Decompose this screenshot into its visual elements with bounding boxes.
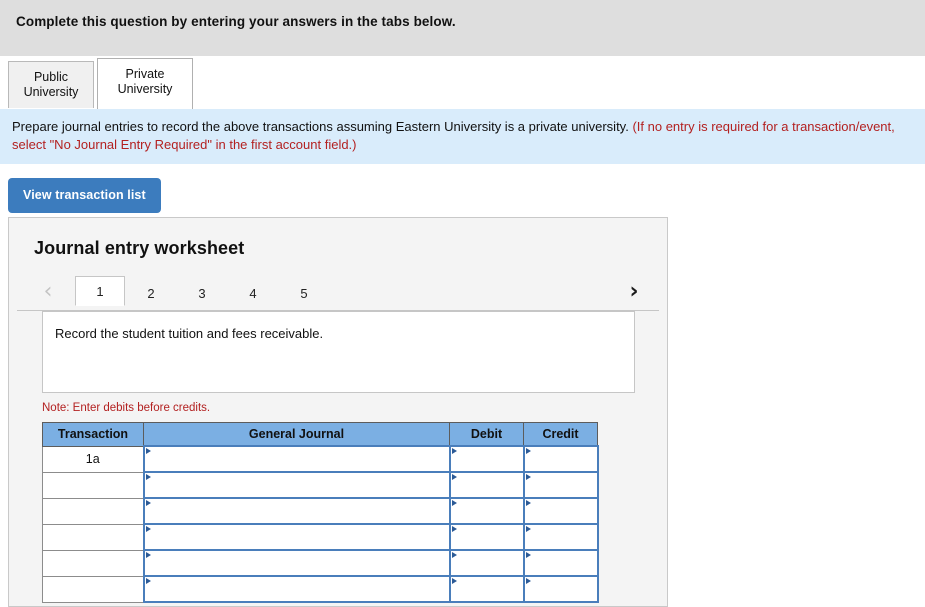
- input-credit[interactable]: [522, 445, 599, 473]
- dropdown-marker-icon: [525, 448, 531, 454]
- cell-transaction: [42, 497, 144, 525]
- view-transaction-list-button[interactable]: View transaction list: [8, 178, 161, 213]
- input-debit[interactable]: [448, 523, 525, 551]
- input-general-journal[interactable]: [142, 523, 451, 551]
- entry-tab-3[interactable]: 3: [180, 282, 224, 306]
- instruction-black-text: Prepare journal entries to record the ab…: [12, 119, 633, 134]
- input-general-journal[interactable]: [142, 497, 451, 525]
- input-debit[interactable]: [448, 549, 525, 577]
- dropdown-marker-icon: [451, 578, 457, 584]
- entry-tab-4[interactable]: 4: [231, 282, 275, 306]
- entry-tab-1[interactable]: 1: [75, 276, 125, 306]
- input-general-journal[interactable]: [142, 549, 451, 577]
- input-credit[interactable]: [522, 471, 599, 499]
- dropdown-marker-icon: [451, 526, 457, 532]
- input-credit[interactable]: [522, 523, 599, 551]
- dropdown-marker-icon: [451, 474, 457, 480]
- dropdown-marker-icon: [145, 526, 151, 532]
- column-header-general-journal: General Journal: [143, 422, 450, 447]
- entry-tab-1-label: 1: [96, 284, 104, 299]
- chevron-left-icon[interactable]: ‹: [35, 278, 61, 306]
- input-debit[interactable]: [448, 575, 525, 603]
- dropdown-marker-icon: [451, 552, 457, 558]
- table-row: [42, 575, 599, 603]
- input-general-journal[interactable]: [142, 575, 451, 603]
- entry-tab-2-label: 2: [147, 286, 155, 301]
- dropdown-marker-icon: [145, 474, 151, 480]
- input-debit[interactable]: [448, 445, 525, 473]
- dropdown-marker-icon: [145, 578, 151, 584]
- entry-tab-3-label: 3: [198, 286, 206, 301]
- cell-transaction: [42, 471, 144, 499]
- dropdown-marker-icon: [145, 448, 151, 454]
- journal-entry-worksheet-panel: Journal entry worksheet ‹ 1 2 3 4 5 › Re…: [8, 217, 668, 607]
- table-row: [42, 497, 599, 525]
- entry-tab-5-label: 5: [300, 286, 308, 301]
- tab-private-university-line2: University: [117, 82, 173, 96]
- table-row: [42, 471, 599, 499]
- tab-public-university-line2: University: [23, 85, 79, 99]
- debits-before-credits-note: Note: Enter debits before credits.: [42, 402, 211, 414]
- column-header-transaction: Transaction: [42, 422, 144, 447]
- university-tab-strip: Public University Private University: [0, 56, 925, 109]
- dropdown-marker-icon: [451, 500, 457, 506]
- input-credit[interactable]: [522, 575, 599, 603]
- entry-tab-2[interactable]: 2: [129, 282, 173, 306]
- column-header-credit: Credit: [523, 422, 598, 447]
- dropdown-marker-icon: [525, 474, 531, 480]
- tab-private-university-line1: Private: [125, 67, 165, 81]
- input-debit[interactable]: [448, 471, 525, 499]
- table-row: 1a: [42, 445, 599, 473]
- dropdown-marker-icon: [525, 500, 531, 506]
- input-credit[interactable]: [522, 497, 599, 525]
- banner-text: Complete this question by entering your …: [16, 14, 456, 29]
- table-header-row: Transaction General Journal Debit Credit: [42, 422, 598, 447]
- dropdown-marker-icon: [525, 526, 531, 532]
- entry-tab-4-label: 4: [249, 286, 257, 301]
- top-instruction-banner: Complete this question by entering your …: [0, 0, 925, 56]
- cell-transaction: 1a: [42, 445, 144, 473]
- chevron-right-icon[interactable]: ›: [621, 278, 647, 306]
- column-header-debit: Debit: [449, 422, 524, 447]
- input-debit[interactable]: [448, 497, 525, 525]
- input-general-journal[interactable]: [142, 471, 451, 499]
- tab-private-university[interactable]: Private University: [97, 58, 193, 109]
- toolbar: View transaction list: [0, 164, 925, 216]
- dropdown-marker-icon: [525, 578, 531, 584]
- tab-public-university[interactable]: Public University: [8, 61, 94, 109]
- table-row: [42, 549, 599, 577]
- input-general-journal[interactable]: [142, 445, 451, 473]
- dropdown-marker-icon: [145, 500, 151, 506]
- worksheet-title: Journal entry worksheet: [34, 238, 245, 258]
- entry-description-box: Record the student tuition and fees rece…: [42, 311, 635, 393]
- table-row: [42, 523, 599, 551]
- dropdown-marker-icon: [451, 448, 457, 454]
- dropdown-marker-icon: [525, 552, 531, 558]
- cell-transaction: [42, 575, 144, 603]
- input-credit[interactable]: [522, 549, 599, 577]
- question-instruction-panel: Prepare journal entries to record the ab…: [0, 109, 925, 164]
- entry-tab-navigation: ‹ 1 2 3 4 5 ›: [9, 276, 667, 311]
- dropdown-marker-icon: [145, 552, 151, 558]
- entry-description-text: Record the student tuition and fees rece…: [55, 326, 324, 341]
- cell-transaction: [42, 523, 144, 551]
- tab-public-university-line1: Public: [33, 70, 69, 84]
- journal-entry-table: Transaction General Journal Debit Credit…: [42, 422, 599, 603]
- entry-tab-5[interactable]: 5: [282, 282, 326, 306]
- cell-transaction: [42, 549, 144, 577]
